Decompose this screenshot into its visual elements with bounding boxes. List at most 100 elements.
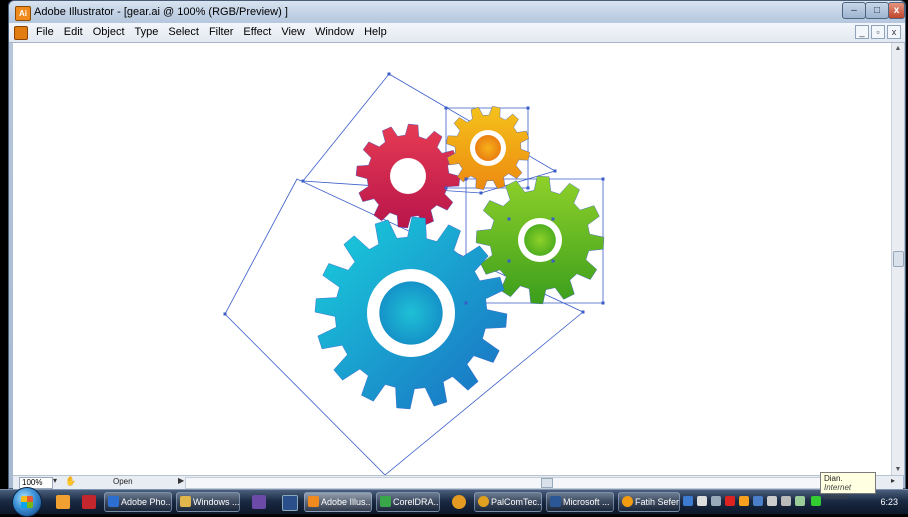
scroll-right-arrow[interactable]: ▸ (891, 476, 895, 485)
tray-icon[interactable] (739, 496, 749, 506)
anchor-point (507, 259, 511, 263)
document-window-controls: _ ▫ x (855, 25, 901, 39)
anchor-point (526, 106, 530, 110)
quicklaunch-icon[interactable] (56, 495, 70, 509)
doc-restore-button[interactable]: ▫ (871, 25, 885, 39)
doc-close-button[interactable]: x (887, 25, 901, 39)
taskbar-label: Fatih Sefera... (635, 497, 680, 507)
network-tooltip: Dian. Internet access (820, 472, 876, 501)
tray-icon[interactable] (697, 496, 707, 506)
bluetooth-icon[interactable] (753, 496, 763, 506)
menu-edit[interactable]: Edit (59, 26, 88, 38)
system-tray: 6:23 (683, 493, 908, 511)
cyan-gear[interactable] (314, 216, 508, 410)
anchor-point (223, 312, 227, 316)
status-bar: 100% ▾ ✋ Open ▶ ▸ (13, 475, 903, 489)
taskbar-label: Adobe Illus... (321, 497, 372, 507)
menu-object[interactable]: Object (88, 26, 130, 38)
acrobat-icon[interactable] (82, 495, 96, 509)
chrome-icon (478, 496, 489, 507)
anchor-point (301, 179, 305, 183)
anchor-point (551, 217, 555, 221)
close-button[interactable]: x (888, 2, 905, 19)
anchor-point (464, 177, 468, 181)
anchor-point (601, 177, 605, 181)
minimize-button[interactable]: – (842, 2, 866, 19)
folder-icon (180, 496, 191, 507)
anchor-point (444, 186, 448, 190)
menu-filter[interactable]: Filter (204, 26, 238, 38)
taskbar-label: Microsoft ... (563, 497, 610, 507)
menu-file[interactable]: File (31, 26, 59, 38)
taskbar-button-photoshop[interactable]: Adobe Pho... (104, 492, 172, 512)
menu-window[interactable]: Window (310, 26, 359, 38)
vertical-scroll-thumb[interactable] (893, 251, 904, 267)
taskbar-button-microsoft[interactable]: Microsoft ... (546, 492, 614, 512)
anchor-point (526, 186, 530, 190)
volume-icon[interactable] (767, 496, 777, 506)
coreldraw-icon (380, 496, 391, 507)
menu-type[interactable]: Type (130, 26, 164, 38)
scroll-up-arrow[interactable]: ▲ (894, 45, 902, 52)
taskbar-button-palcomtec[interactable]: PalComTec... (474, 492, 542, 512)
anchor-point (553, 169, 557, 173)
title-bar[interactable]: Ai Adobe Illustrator - [gear.ai @ 100% (… (9, 1, 905, 23)
taskbar: Adobe Pho... Windows ... Adobe Illus... … (0, 487, 908, 517)
menu-view[interactable]: View (276, 26, 310, 38)
taskbar-button-illustrator[interactable]: Adobe Illus... (304, 492, 372, 512)
red-gear-ring (390, 158, 426, 194)
anchor-point (581, 310, 585, 314)
premiere-icon[interactable] (252, 495, 266, 509)
taskbar-button-coreldraw[interactable]: CorelDRA... (376, 492, 440, 512)
menu-effect[interactable]: Effect (238, 26, 276, 38)
horizontal-scrollbar[interactable] (185, 477, 827, 489)
green-gear-hub (524, 224, 556, 256)
status-menu-arrow[interactable]: ▶ (178, 476, 184, 485)
maximize-button[interactable]: □ (865, 2, 889, 19)
gear-layer (314, 105, 605, 410)
vertical-scrollbar[interactable]: ▲ ▼ (891, 43, 904, 475)
zoom-dropdown-arrow[interactable]: ▾ (53, 476, 57, 485)
anchor-point (551, 259, 555, 263)
word-icon (550, 496, 561, 507)
artboard-canvas[interactable] (13, 43, 891, 475)
lightroom-icon[interactable] (282, 495, 298, 511)
taskbar-button-windows[interactable]: Windows ... (176, 492, 240, 512)
menu-select[interactable]: Select (163, 26, 204, 38)
document-icon[interactable] (14, 26, 28, 40)
hand-icon[interactable]: ✋ (65, 476, 76, 487)
scroll-down-arrow[interactable]: ▼ (894, 466, 902, 473)
taskbar-label: Windows ... (193, 497, 240, 507)
illustrator-app-icon: Ai (15, 6, 31, 21)
orange-gear[interactable] (445, 105, 531, 191)
taskbar-label: Adobe Pho... (121, 497, 172, 507)
anchor-point (444, 106, 448, 110)
menu-bar: File Edit Object Type Select Filter Effe… (9, 23, 905, 43)
status-text: Open (113, 477, 133, 486)
anchor-point (464, 301, 468, 305)
tray-icon[interactable] (683, 496, 693, 506)
tray-icon[interactable] (711, 496, 721, 506)
tray-icon[interactable] (725, 496, 735, 506)
window-title: Adobe Illustrator - [gear.ai @ 100% (RGB… (34, 6, 288, 18)
taskbar-label: CorelDRA... (393, 497, 440, 507)
photoshop-icon (108, 496, 119, 507)
menu-help[interactable]: Help (359, 26, 392, 38)
orange-gear-hub (475, 135, 501, 161)
clock[interactable]: 6:23 (880, 497, 898, 507)
anchor-point (601, 301, 605, 305)
anchor-point (507, 217, 511, 221)
horizontal-scroll-thumb[interactable] (541, 478, 553, 488)
menu-items: File Edit Object Type Select Filter Effe… (31, 26, 392, 38)
taskbar-button-fatih[interactable]: Fatih Sefera... (618, 492, 680, 512)
app-icon[interactable] (452, 495, 466, 509)
taskbar-label: PalComTec... (491, 497, 542, 507)
battery-icon[interactable] (781, 496, 791, 506)
firefox-icon (622, 496, 633, 507)
signal-icon[interactable] (795, 496, 805, 506)
anchor-point (479, 191, 483, 195)
doc-minimize-button[interactable]: _ (855, 25, 869, 39)
red-gear[interactable] (355, 123, 461, 229)
artwork[interactable] (13, 43, 891, 475)
network-icon[interactable] (811, 496, 821, 506)
